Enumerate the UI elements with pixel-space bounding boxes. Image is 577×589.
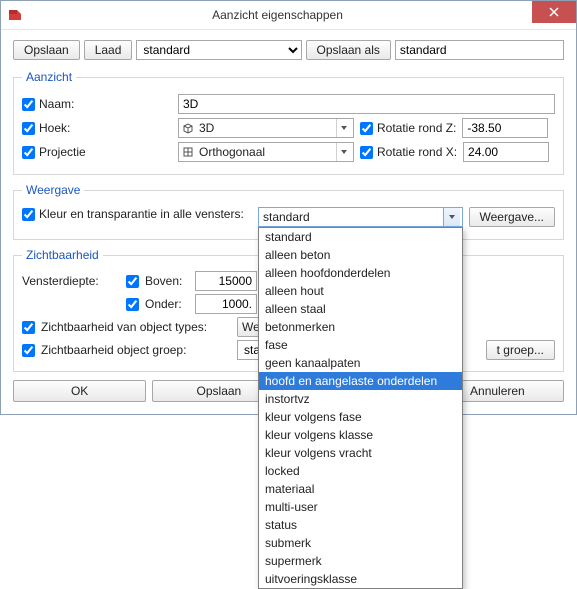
load-button[interactable]: Laad	[84, 40, 133, 60]
groupvis-checkbox[interactable]	[22, 344, 35, 357]
color-option[interactable]: supermerk	[259, 552, 462, 570]
ok-button[interactable]: OK	[13, 380, 146, 402]
dialog-window: Aanzicht eigenschappen Opslaan Laad stan…	[0, 0, 577, 415]
visibility-legend: Zichtbaarheid	[22, 248, 103, 262]
close-button[interactable]	[532, 1, 576, 23]
save-as-field[interactable]	[395, 40, 564, 60]
groupvis-label: Zichtbaarheid object groep:	[41, 343, 231, 357]
up-field[interactable]	[195, 271, 257, 291]
rot-z-field[interactable]	[462, 118, 548, 138]
angle-value: 3D	[199, 121, 332, 135]
projection-value: Orthogonaal	[199, 145, 332, 159]
down-checkbox[interactable]	[126, 298, 139, 311]
angle-label: Hoek:	[39, 121, 70, 135]
rot-x-checkbox[interactable]	[360, 146, 373, 159]
angle-checkbox[interactable]	[22, 122, 35, 135]
projection-select[interactable]: Orthogonaal	[178, 142, 354, 162]
save-button[interactable]: Opslaan	[13, 40, 80, 60]
view-legend: Aanzicht	[22, 70, 76, 84]
color-checkbox[interactable]	[22, 208, 35, 221]
rot-x-label: Rotatie rond X:	[377, 145, 457, 159]
color-option[interactable]: geen kanaalpaten	[259, 354, 462, 372]
color-option[interactable]: standard	[259, 228, 462, 246]
rot-z-label: Rotatie rond Z:	[377, 121, 456, 135]
projection-checkbox[interactable]	[22, 146, 35, 159]
down-label: Onder:	[145, 297, 189, 311]
down-field[interactable]	[195, 294, 257, 314]
close-icon	[549, 7, 559, 17]
color-option[interactable]: kleur volgens vracht	[259, 444, 462, 462]
depth-label: Vensterdiepte:	[22, 274, 120, 288]
preset-row: Opslaan Laad standard Opslaan als	[13, 40, 564, 60]
chevron-down-icon	[443, 208, 460, 226]
color-option[interactable]: fase	[259, 336, 462, 354]
name-checkbox[interactable]	[22, 98, 35, 111]
angle-select[interactable]: 3D	[178, 118, 354, 138]
chevron-down-icon	[336, 119, 351, 137]
color-option[interactable]: alleen hout	[259, 282, 462, 300]
display-button[interactable]: Weergave...	[469, 207, 555, 227]
display-legend: Weergave	[22, 183, 84, 197]
color-combobox-list[interactable]: standardalleen betonalleen hoofdonderdel…	[258, 227, 463, 589]
color-option[interactable]: uitvoeringsklasse	[259, 570, 462, 588]
color-option[interactable]: betonmerken	[259, 318, 462, 336]
color-option[interactable]: instortvz	[259, 390, 462, 408]
color-option[interactable]: alleen staal	[259, 300, 462, 318]
color-value: standard	[263, 210, 443, 224]
color-option[interactable]: alleen hoofdonderdelen	[259, 264, 462, 282]
cube-icon	[181, 122, 195, 134]
color-option[interactable]: status	[259, 516, 462, 534]
color-option[interactable]: alleen beton	[259, 246, 462, 264]
color-label: Kleur en transparantie in alle vensters:	[39, 207, 244, 221]
projection-label: Projectie	[39, 145, 86, 159]
view-group: Aanzicht Naam: Hoek:	[13, 70, 564, 175]
name-field[interactable]	[178, 94, 555, 114]
preset-select[interactable]: standard	[136, 40, 301, 60]
color-option[interactable]: locked	[259, 462, 462, 480]
app-icon	[7, 7, 23, 23]
types-label: Zichtbaarheid van object types:	[41, 320, 231, 334]
up-label: Boven:	[145, 274, 189, 288]
dialog-content: Opslaan Laad standard Opslaan als Aanzic…	[1, 30, 576, 414]
color-option[interactable]: multi-user	[259, 498, 462, 516]
up-checkbox[interactable]	[126, 275, 139, 288]
object-group-button[interactable]: t groep...	[486, 340, 555, 360]
projection-icon	[181, 146, 195, 158]
window-title: Aanzicht eigenschappen	[23, 8, 532, 22]
color-option[interactable]: materiaal	[259, 480, 462, 498]
title-bar: Aanzicht eigenschappen	[1, 1, 576, 30]
color-combobox[interactable]: standard standardalleen betonalleen hoof…	[258, 207, 463, 227]
color-option[interactable]: submerk	[259, 534, 462, 552]
rot-x-field[interactable]	[463, 142, 549, 162]
display-group: Weergave Kleur en transparantie in alle …	[13, 183, 564, 240]
name-label: Naam:	[39, 97, 74, 111]
types-checkbox[interactable]	[22, 321, 35, 334]
save-as-button[interactable]: Opslaan als	[306, 40, 391, 60]
color-option[interactable]: hoofd en aangelaste onderdelen	[259, 372, 462, 390]
chevron-down-icon	[336, 143, 351, 161]
color-option[interactable]: kleur volgens klasse	[259, 426, 462, 444]
color-option[interactable]: kleur volgens fase	[259, 408, 462, 426]
rot-z-checkbox[interactable]	[360, 122, 373, 135]
